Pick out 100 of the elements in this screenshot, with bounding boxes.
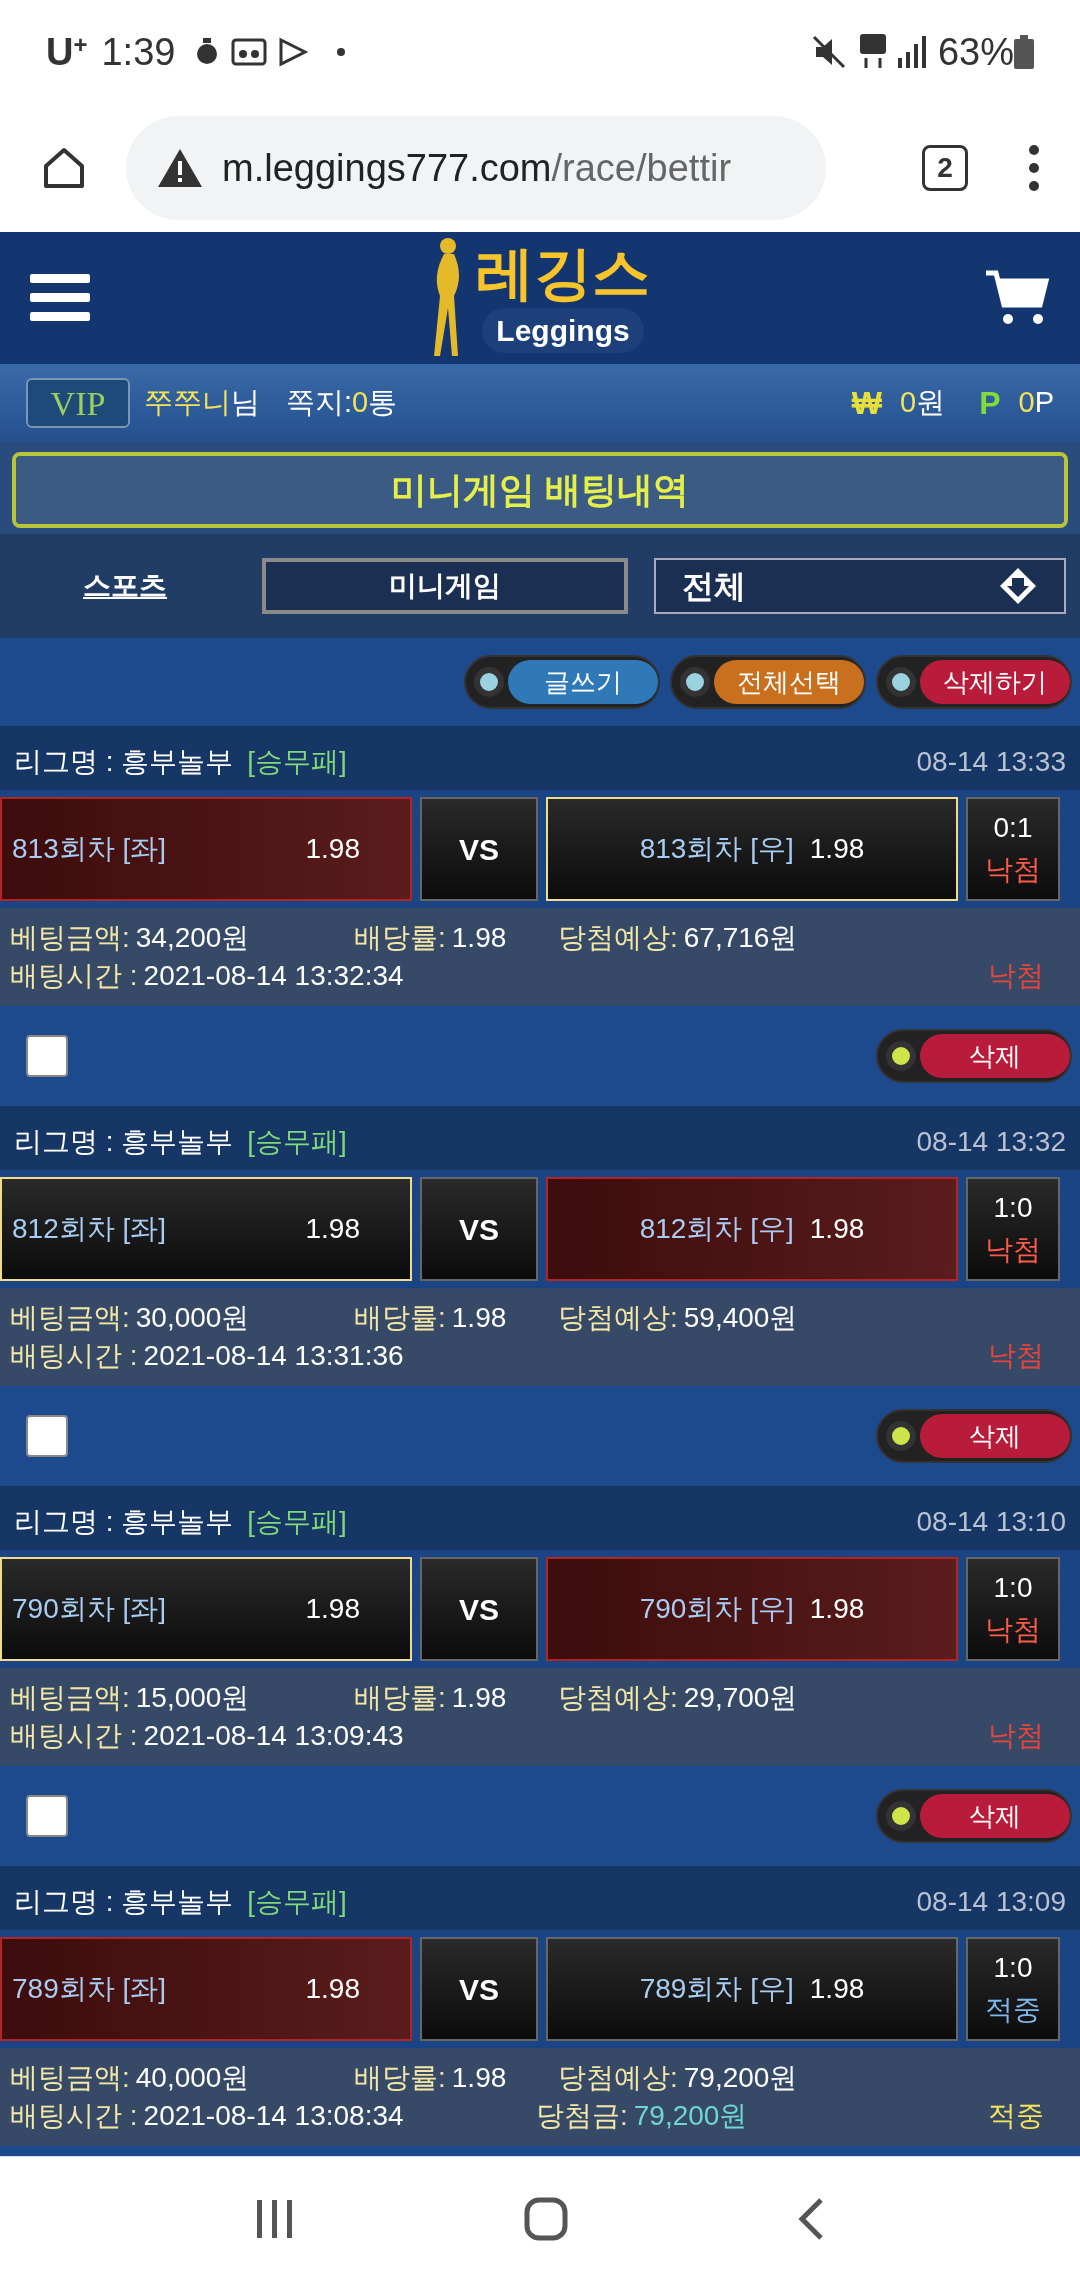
info-label: 배당률: [354,1681,446,1715]
action-button[interactable]: 글쓰기 [464,655,660,709]
checkbox[interactable] [26,1795,68,1837]
match-time: 08-14 13:10 [916,1505,1066,1539]
team-option[interactable]: 789회차 [우] 1.98 [546,1937,958,2041]
round-label: 813회차 [우] [639,832,794,866]
battery-icon [1014,35,1034,69]
team-option[interactable]: 813회차 [우] 1.98 [546,797,958,901]
money: 0 [900,385,917,421]
bet-status: 낙첨 [988,1339,1044,1373]
logo-subtitle: Leggings [482,307,644,353]
winnings-value: 79,200원 [633,2099,748,2133]
vs-label: VS [420,1557,538,1661]
more-icon[interactable] [1028,144,1040,192]
team-option[interactable]: 790회차 [좌] 1.98 [0,1557,412,1661]
info-label: 배팅시간 : [10,959,138,993]
checkbox[interactable] [26,1415,68,1457]
delete-button[interactable]: 삭제 [876,1029,1072,1083]
team-option[interactable]: 790회차 [우] 1.98 [546,1557,958,1661]
action-button[interactable]: 삭제하기 [876,655,1072,709]
bet-status: 적중 [988,2099,1044,2133]
back-icon[interactable] [797,2196,826,2241]
checkbox[interactable] [26,1035,68,1077]
info-value: 40,000원 [135,2061,250,2095]
info-value: 2021-08-14 13:31:36 [143,1339,404,1373]
recent-apps-icon[interactable] [254,2199,295,2238]
info-label: 당첨예상: [558,2061,678,2095]
match-time: 08-14 13:09 [916,1885,1066,1919]
score: 0:1 [993,811,1033,845]
stopwatch-icon [197,38,218,64]
action-button[interactable]: 전체선택 [670,655,866,709]
info-label: 배당률: [354,2061,446,2095]
points-unit: P [1034,385,1054,421]
round-label: 812회차 [우] [639,1212,794,1246]
round-label: 813회차 [좌] [12,832,167,866]
league-name: 리그명 : 흥부놀부 [14,745,234,779]
messages-count: 0 [352,385,369,421]
odds: 1.98 [809,1212,865,1246]
team-option[interactable]: 812회차 [좌] 1.98 [0,1177,412,1281]
money-unit: 원 [916,385,946,421]
tab[interactable]: 스포츠 [14,558,236,614]
score: 1:0 [993,1191,1033,1225]
dropdown-icon [998,566,1038,606]
url-text: m.leggings777.com/race/bettir [222,145,732,191]
tab[interactable]: 미니게임 [262,558,628,614]
filter-dropdown[interactable]: 전체 [654,558,1066,614]
round-label: 790회차 [좌] [12,1592,167,1626]
messages-unit: 통 [368,385,398,421]
vs-label: VS [420,1937,538,2041]
info-label: 베팅금액: [10,1681,130,1715]
honorific: 님 [231,385,260,421]
info-value: 1.98 [451,921,507,955]
result: 낙첨 [985,1613,1041,1647]
cart-icon[interactable] [984,269,1050,327]
round-label: 790회차 [우] [639,1592,794,1626]
odds: 1.98 [809,832,865,866]
logo-title: 레깅스 [476,243,650,302]
carrier: U$^{+}$ [46,29,88,75]
team-option[interactable]: 812회차 [우] 1.98 [546,1177,958,1281]
mute-icon [811,35,846,69]
delete-button[interactable]: 삭제 [876,1789,1072,1843]
battery-percent: 63% [937,29,1014,75]
address-bar[interactable]: m.leggings777.com/race/bettir [126,116,826,220]
market-tag: [승무패] [247,1121,347,1163]
result: 낙첨 [985,853,1041,887]
home-button-icon[interactable] [524,2196,568,2241]
info-value: 29,700원 [683,1681,798,1715]
match-time: 08-14 13:33 [916,745,1066,779]
round-label: 789회차 [좌] [12,1972,167,2006]
team-option[interactable]: 813회차 [좌] 1.98 [0,797,412,901]
info-label: 배팅시간 : [10,2099,138,2133]
info-value: 79,200원 [683,2061,798,2095]
play-store-icon [279,37,309,67]
league-name: 리그명 : 흥부놀부 [14,1885,234,1919]
league-name: 리그명 : 흥부놀부 [14,1505,234,1539]
tab-count-button[interactable]: 2 [922,145,968,191]
messages-label: 쪽지: [286,385,353,421]
odds: 1.98 [809,1592,865,1626]
vip-badge: VIP [26,378,130,428]
info-value: 59,400원 [683,1301,798,1335]
info-value: 2021-08-14 13:09:43 [143,1719,404,1753]
info-value: 1.98 [451,2061,507,2095]
won-sign: ₩ [851,384,883,423]
bet-status: 낙첨 [988,959,1044,993]
team-option[interactable]: 789회차 [좌] 1.98 [0,1937,412,2041]
menu-icon[interactable] [30,272,90,324]
info-label: 당첨예상: [558,1301,678,1335]
dot-icon [337,48,346,56]
info-value: 2021-08-14 13:08:34 [143,2099,404,2133]
delete-button[interactable]: 삭제 [876,1409,1072,1463]
page-title: 미니게임 배팅내역 [391,468,689,512]
market-tag: [승무패] [247,741,347,783]
nickname: 쭈쭈니 [144,385,231,421]
info-value: 15,000원 [135,1681,250,1715]
info-value: 67,716원 [683,921,798,955]
info-label: 당첨예상: [558,921,678,955]
bet-status: 낙첨 [988,1719,1044,1753]
odds: 1.98 [809,1972,865,2006]
odds: 1.98 [305,1592,360,1626]
cassette-icon [231,38,267,66]
